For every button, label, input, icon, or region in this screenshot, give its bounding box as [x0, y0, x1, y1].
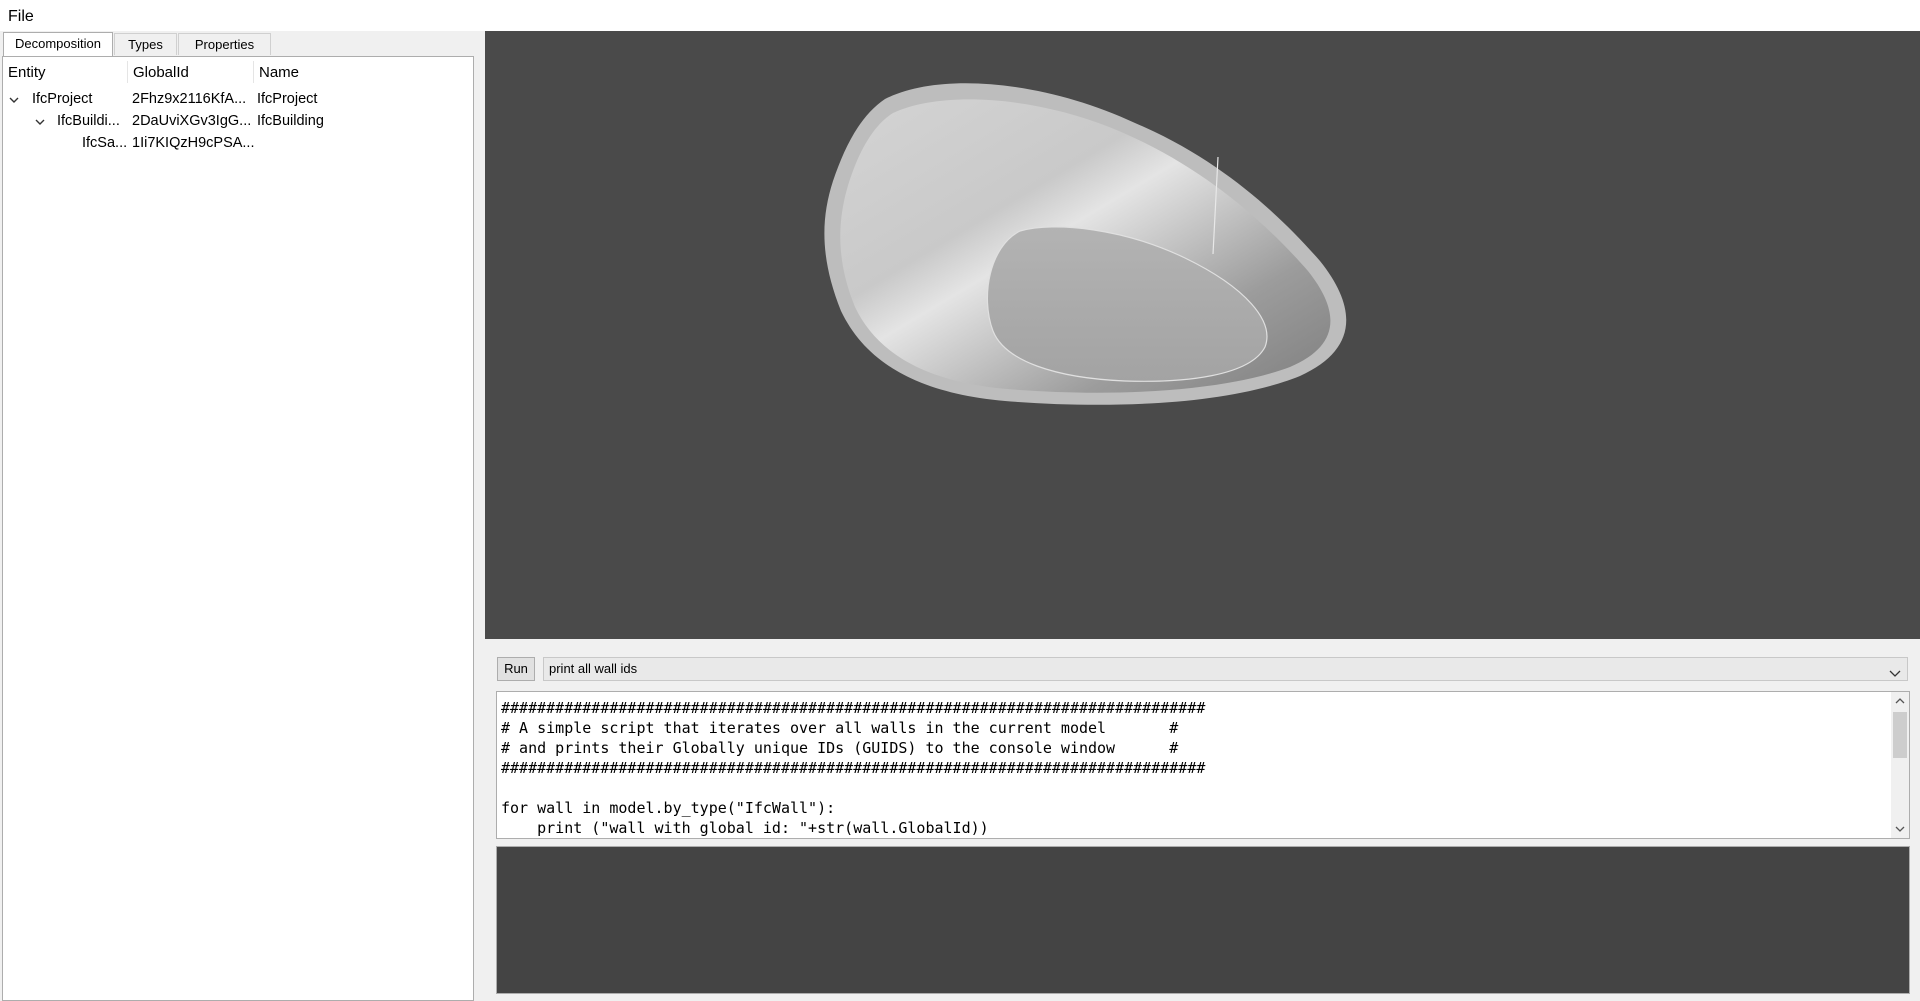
column-separator[interactable] [127, 61, 128, 83]
run-button[interactable]: Run [497, 657, 535, 681]
scroll-down-icon[interactable] [1891, 820, 1909, 838]
basin-model [824, 83, 1347, 405]
script-select[interactable]: print all wall ids [543, 657, 1908, 681]
tab-decomposition[interactable]: Decomposition [3, 32, 113, 56]
3d-viewport[interactable] [485, 31, 1920, 639]
tree-row-ifcsanitary[interactable]: IfcSa... 1Ii7KIQzH9cPSA... [3, 133, 473, 155]
tree-name: IfcBuilding [257, 113, 324, 129]
scroll-thumb[interactable] [1893, 712, 1907, 758]
script-editor[interactable]: ########################################… [496, 691, 1910, 839]
console-output[interactable] [496, 846, 1910, 994]
chevron-down-icon[interactable] [1889, 664, 1901, 686]
column-header-globalid[interactable]: GlobalId [133, 64, 189, 81]
tree-name: IfcProject [257, 91, 318, 107]
menu-bar: File [0, 0, 1920, 31]
tree-globalid: 1Ii7KIQzH9cPSA... [132, 135, 255, 151]
decomposition-tree[interactable]: Entity GlobalId Name IfcProject 2Fhz9x21… [2, 56, 474, 1001]
tree-entity: IfcBuildi... [57, 113, 120, 129]
column-header-entity[interactable]: Entity [8, 64, 46, 81]
tree-entity: IfcSa... [82, 135, 128, 151]
tree-header: Entity GlobalId Name [3, 57, 473, 87]
tree-globalid: 2Fhz9x2116KfA... [132, 91, 247, 107]
chevron-down-icon[interactable] [35, 117, 45, 127]
menu-file[interactable]: File [8, 8, 34, 26]
tree-row-ifcbuilding[interactable]: IfcBuildi... 2DaUviXGv3IgG... IfcBuildin… [3, 111, 473, 133]
tab-properties[interactable]: Properties [178, 33, 271, 55]
column-header-name[interactable]: Name [259, 64, 299, 81]
chevron-down-icon[interactable] [9, 95, 19, 105]
tree-globalid: 2DaUviXGv3IgG... [132, 113, 252, 129]
tab-types[interactable]: Types [114, 33, 177, 55]
column-separator[interactable] [253, 61, 254, 83]
editor-scrollbar[interactable] [1891, 692, 1909, 838]
scroll-up-icon[interactable] [1891, 692, 1909, 710]
script-select-value: print all wall ids [549, 661, 638, 676]
tree-entity: IfcProject [32, 91, 93, 107]
tree-row-ifcproject[interactable]: IfcProject 2Fhz9x2116KfA... IfcProject [3, 89, 473, 111]
script-code[interactable]: ########################################… [501, 698, 1205, 838]
